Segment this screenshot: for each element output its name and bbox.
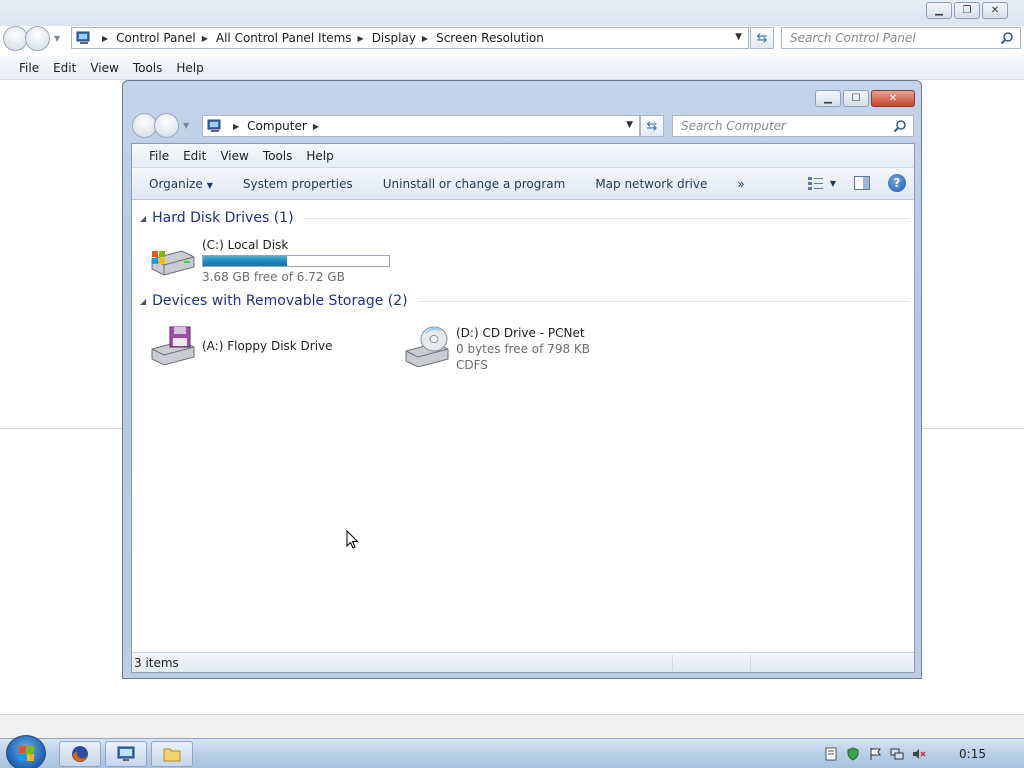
drive-c-usage-fill: [203, 256, 287, 266]
control-panel-titlebar: ▁ ❐ ✕: [0, 0, 1024, 26]
refresh-button[interactable]: ⇆: [750, 27, 774, 49]
folder-icon: [163, 748, 181, 762]
control-panel-bottom-strip: [0, 714, 1024, 738]
breadcrumb-computer[interactable]: Computer: [247, 119, 307, 133]
close-button[interactable]: ✕: [982, 2, 1008, 19]
restore-button[interactable]: ❐: [954, 2, 980, 19]
menu-file[interactable]: File: [19, 61, 39, 75]
more-commands-button[interactable]: »: [737, 177, 744, 191]
computer-search-input[interactable]: Search Computer: [672, 115, 914, 137]
menu-tools[interactable]: Tools: [263, 149, 293, 163]
taskbar-firefox[interactable]: [59, 741, 101, 767]
drive-a[interactable]: (A:) Floppy Disk Drive: [148, 325, 333, 367]
chevron-down-icon: ▼: [829, 178, 836, 188]
security-icon[interactable]: [846, 747, 860, 761]
notes-icon[interactable]: [824, 747, 838, 761]
change-view-button[interactable]: ▼: [807, 176, 836, 190]
map-network-drive-button[interactable]: Map network drive: [595, 177, 707, 191]
computer-menubar: File Edit View Tools Help: [132, 144, 914, 168]
computer-nav: ▼: [132, 113, 189, 138]
system-tray: [814, 739, 1024, 768]
floppy-drive-icon: [151, 326, 195, 366]
breadcrumb-screen-resolution[interactable]: Screen Resolution: [436, 31, 544, 45]
taskbar-remote-desktop[interactable]: [105, 741, 147, 767]
control-panel-address-bar[interactable]: ▶ Control Panel ▶ All Control Panel Item…: [71, 27, 749, 49]
command-bar-right: ▼ ?: [807, 174, 906, 192]
computer-address-bar[interactable]: ▶ Computer ▶ ▼: [202, 115, 640, 137]
cd-drive-icon: [405, 326, 449, 367]
collapse-triangle-icon[interactable]: ◢: [140, 214, 146, 223]
preview-pane-icon[interactable]: [854, 176, 870, 190]
drive-d-filesystem: CDFS: [456, 358, 488, 372]
organize-button[interactable]: Organize ▼: [149, 177, 213, 191]
hard-drive-icon: [151, 250, 195, 276]
control-panel-nav: ▼: [3, 26, 60, 51]
taskbar: 0:15: [0, 735, 1024, 768]
taskbar-explorer[interactable]: [151, 741, 193, 767]
control-panel-menubar: File Edit View Tools Help: [0, 56, 1024, 80]
windows-logo-icon: [19, 746, 34, 761]
menu-help[interactable]: Help: [306, 149, 333, 163]
recent-pages-dropdown[interactable]: ▼: [54, 34, 60, 43]
start-button[interactable]: [6, 735, 46, 768]
drives-view: ◢ Hard Disk Drives (1) (C:) Local Disk 3…: [132, 201, 914, 652]
menu-edit[interactable]: Edit: [53, 61, 76, 75]
group-removable-storage[interactable]: ◢ Devices with Removable Storage (2): [140, 293, 910, 309]
network-icon[interactable]: [890, 747, 904, 761]
minimize-button[interactable]: ▁: [815, 90, 841, 107]
remote-desktop-icon: [117, 746, 135, 761]
clock[interactable]: 0:15: [959, 747, 986, 761]
collapse-triangle-icon[interactable]: ◢: [140, 297, 146, 306]
breadcrumb-control-panel[interactable]: Control Panel: [116, 31, 196, 45]
help-button[interactable]: ?: [888, 174, 906, 192]
menu-help[interactable]: Help: [176, 61, 203, 75]
drive-c-usage-bar: [202, 255, 390, 267]
drive-c[interactable]: (C:) Local Disk 3.68 GB free of 6.72 GB: [148, 237, 390, 285]
status-item-count: 3 items: [134, 655, 179, 670]
maximize-button[interactable]: ☐: [843, 90, 869, 107]
firefox-icon: [72, 746, 88, 762]
computer-icon: [207, 119, 221, 132]
mouse-cursor-icon: [346, 530, 359, 549]
menu-view[interactable]: View: [220, 149, 248, 163]
menu-edit[interactable]: Edit: [183, 149, 206, 163]
breadcrumb-display[interactable]: Display: [372, 31, 416, 45]
menu-tools[interactable]: Tools: [133, 61, 163, 75]
address-dropdown-icon[interactable]: ▼: [626, 120, 633, 130]
view-options-icon: [807, 177, 823, 190]
computer-content-frame: File Edit View Tools Help Organize ▼ Syst…: [131, 143, 915, 673]
computer-caption-buttons: ▁ ☐ ✕: [815, 90, 915, 107]
computer-window: ▁ ☐ ✕ ▼ ▶ Computer ▶ ▼ ⇆ Search Computer…: [122, 80, 922, 679]
flag-icon[interactable]: [868, 747, 882, 761]
control-panel-search-input[interactable]: Search Control Panel: [781, 27, 1021, 49]
menu-file[interactable]: File: [149, 149, 169, 163]
volume-muted-icon[interactable]: [912, 747, 926, 761]
drive-d-free-space: 0 bytes free of 798 KB: [456, 342, 590, 356]
drive-d-label: (D:) CD Drive - PCNet: [456, 326, 585, 340]
drive-c-label: (C:) Local Disk: [202, 238, 289, 252]
control-panel-caption-buttons: ▁ ❐ ✕: [926, 2, 1008, 19]
breadcrumb-all-items[interactable]: All Control Panel Items: [216, 31, 352, 45]
uninstall-program-button[interactable]: Uninstall or change a program: [383, 177, 566, 191]
system-properties-button[interactable]: System properties: [243, 177, 353, 191]
forward-button[interactable]: [154, 113, 179, 138]
control-panel-icon: [76, 31, 90, 44]
group-hard-disk-drives[interactable]: ◢ Hard Disk Drives (1): [140, 210, 910, 226]
address-dropdown-icon[interactable]: ▼: [735, 32, 742, 42]
recent-pages-dropdown[interactable]: ▼: [183, 121, 189, 130]
chevron-down-icon: ▼: [206, 180, 213, 190]
command-bar: Organize ▼ System properties Uninstall or…: [132, 168, 914, 200]
drive-c-free-space: 3.68 GB free of 6.72 GB: [202, 270, 345, 284]
search-icon[interactable]: [1000, 31, 1014, 45]
minimize-button[interactable]: ▁: [926, 2, 952, 19]
menu-view[interactable]: View: [90, 61, 118, 75]
forward-button[interactable]: [25, 26, 50, 51]
close-button[interactable]: ✕: [871, 90, 915, 107]
drive-d[interactable]: (D:) CD Drive - PCNet 0 bytes free of 79…: [402, 325, 590, 373]
search-icon[interactable]: [893, 119, 907, 133]
drive-a-label: (A:) Floppy Disk Drive: [202, 339, 333, 353]
refresh-button[interactable]: ⇆: [640, 115, 664, 137]
status-bar: 3 items: [132, 652, 914, 672]
